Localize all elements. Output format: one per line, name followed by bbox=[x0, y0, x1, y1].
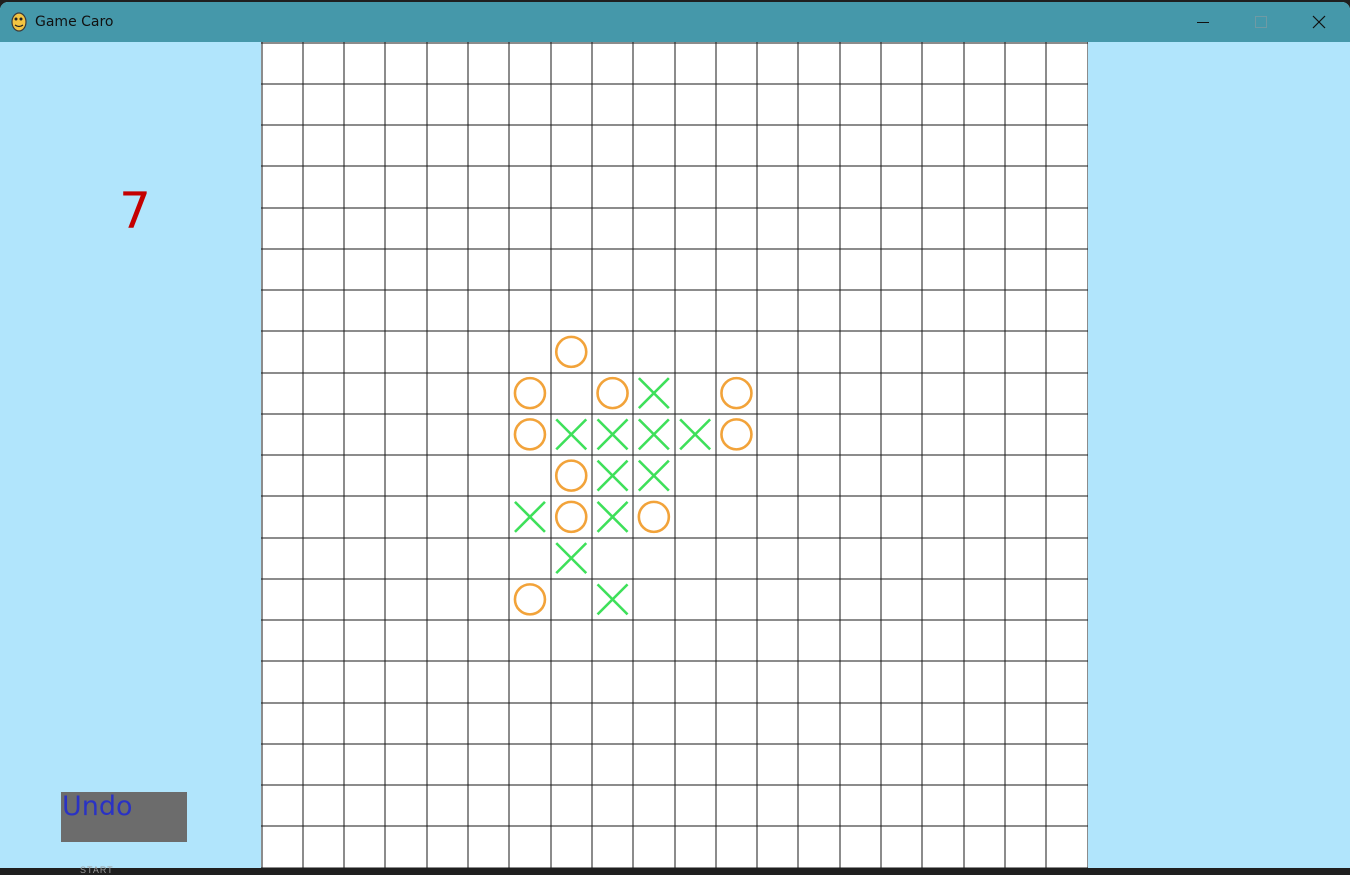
game-window: Game Caro 7 Undo bbox=[0, 2, 1350, 868]
x-mark bbox=[596, 500, 629, 533]
undo-label: Undo bbox=[62, 791, 133, 822]
x-mark bbox=[596, 583, 629, 616]
start-label: START bbox=[80, 865, 114, 875]
close-icon bbox=[1312, 15, 1326, 29]
board-grid[interactable] bbox=[261, 42, 1088, 868]
title-bar[interactable]: Game Caro bbox=[0, 2, 1350, 42]
x-mark bbox=[514, 500, 546, 533]
x-mark bbox=[637, 418, 670, 451]
minimize-button[interactable] bbox=[1174, 2, 1232, 42]
window-title: Game Caro bbox=[35, 14, 114, 30]
maximize-button[interactable] bbox=[1232, 2, 1290, 42]
x-mark bbox=[555, 418, 588, 451]
o-mark bbox=[720, 376, 753, 410]
x-mark bbox=[596, 459, 629, 492]
o-mark bbox=[720, 418, 753, 451]
o-mark bbox=[513, 376, 547, 410]
o-mark bbox=[513, 418, 547, 451]
score-counter: 7 bbox=[119, 182, 151, 240]
x-mark bbox=[596, 418, 629, 451]
close-button[interactable] bbox=[1291, 2, 1349, 42]
maximize-icon bbox=[1255, 16, 1267, 28]
o-mark bbox=[513, 583, 547, 616]
minimize-icon bbox=[1197, 22, 1209, 23]
x-mark bbox=[637, 377, 670, 410]
o-mark bbox=[596, 376, 629, 410]
python-snake-icon bbox=[11, 12, 27, 32]
o-mark bbox=[554, 335, 588, 369]
o-mark bbox=[554, 500, 588, 534]
x-mark bbox=[679, 418, 712, 451]
o-mark bbox=[637, 500, 671, 534]
x-mark bbox=[637, 459, 670, 492]
o-mark bbox=[554, 459, 588, 492]
caro-board[interactable] bbox=[261, 42, 1088, 868]
undo-button[interactable]: Undo bbox=[61, 792, 187, 842]
x-mark bbox=[555, 542, 588, 575]
